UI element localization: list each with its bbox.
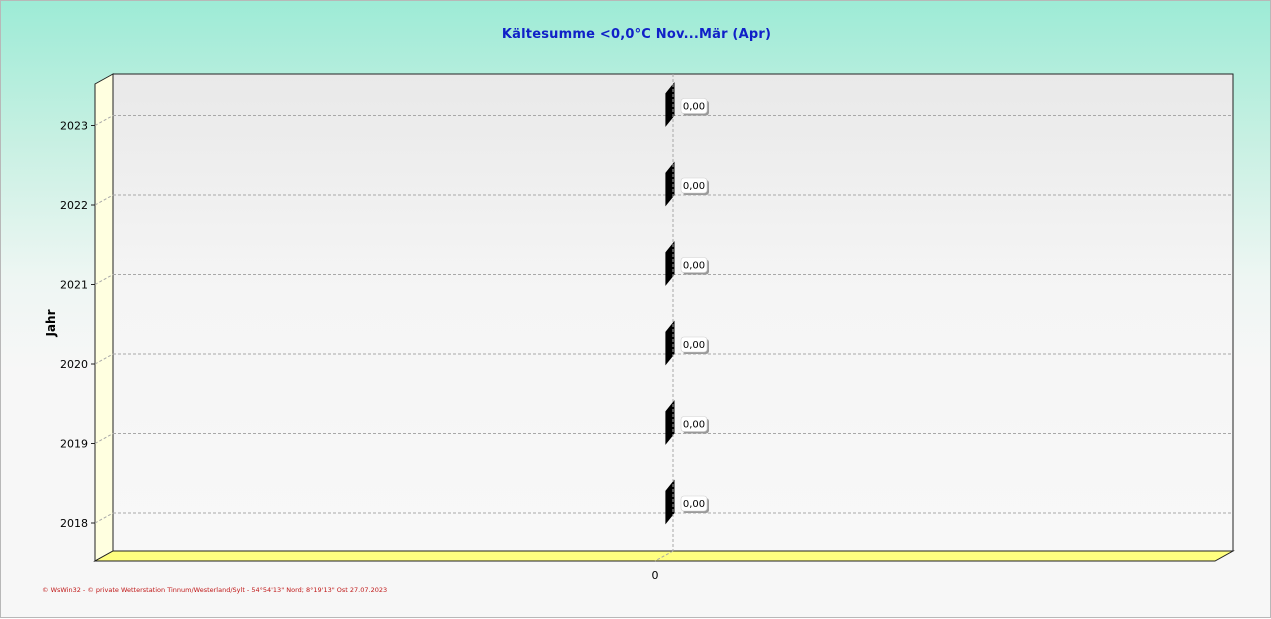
y-tick-label: 2018 <box>60 517 88 530</box>
chart-plot: 2018 0,00 2019 0,00 2020 0,00 2021 0,00 2022 0,00… <box>44 73 1235 582</box>
y-tick-label: 2023 <box>60 120 88 133</box>
y-tick-label: 2021 <box>60 279 88 292</box>
chart-frame: Kältesumme <0,0°C Nov...Mär (Apr) 2018 0,… <box>0 0 1271 618</box>
data-label: 0,00 <box>683 340 705 351</box>
data-label: 0,00 <box>683 420 705 431</box>
x-tick-label: 0 <box>652 569 659 582</box>
data-label: 0,00 <box>683 499 705 510</box>
y-tick-label: 2019 <box>60 438 88 451</box>
data-label: 0,00 <box>683 261 705 272</box>
y-tick-label: 2020 <box>60 358 88 371</box>
plot-left-wall <box>94 73 114 562</box>
footer-text: © WsWin32 - © private Wetterstation Tinn… <box>42 586 388 594</box>
data-label: 0,00 <box>683 181 705 192</box>
y-tick-label: 2022 <box>60 199 88 212</box>
y-axis-title: Jahr <box>44 309 58 337</box>
data-label: 0,00 <box>683 102 705 113</box>
